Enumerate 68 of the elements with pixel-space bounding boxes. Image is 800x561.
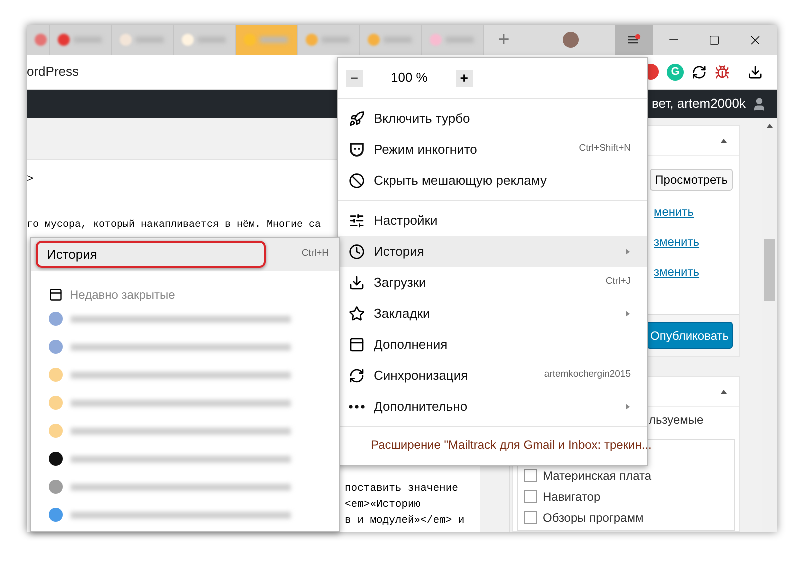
edit-link[interactable]: менить [654, 203, 694, 221]
code-text: поставить значение [345, 482, 460, 497]
sync-icon[interactable] [692, 64, 707, 80]
bug-icon[interactable] [715, 64, 730, 80]
profile-avatar[interactable] [563, 32, 579, 48]
rocket-icon [349, 110, 365, 126]
checkbox[interactable] [524, 511, 537, 524]
panel-icon [349, 336, 365, 352]
preview-button[interactable]: Просмотреть [650, 169, 733, 191]
code-text: в и модулей»</em> и [345, 514, 466, 529]
more-icon [349, 404, 365, 408]
code-text: <em>«Историю [345, 498, 422, 513]
browser-tab[interactable] [112, 25, 174, 55]
recent-closed-label[interactable]: Недавно закрытые [70, 286, 176, 304]
shortcut-text: artemkochergin2015 [544, 368, 631, 382]
settings-icon [349, 212, 365, 228]
clock-icon [349, 244, 365, 260]
caret-up-icon [766, 123, 772, 129]
blurred-tab-title [260, 37, 288, 43]
user-icon [752, 96, 767, 112]
edit-link[interactable]: зменить [654, 233, 700, 251]
browser-tab[interactable] [27, 25, 50, 55]
browser-tab[interactable] [50, 25, 112, 55]
sync-icon [349, 368, 365, 384]
caret-up-icon [721, 138, 727, 144]
code-text: > [27, 173, 34, 188]
browser-tab[interactable] [174, 25, 236, 55]
user-greeting[interactable]: вет, artem2000k [652, 94, 746, 114]
category-label: Обзоры программ [543, 510, 644, 526]
prohibition-icon [349, 172, 365, 188]
caret-up-icon [721, 388, 727, 394]
category-label: Навигатор [543, 488, 601, 506]
category-tab[interactable]: льзуемые [649, 411, 704, 429]
history-header[interactable]: История Ctrl+H [31, 238, 339, 271]
extension-notice[interactable]: Расширение "Mailtrack для Gmail и Inbox: трекин... [371, 436, 652, 454]
address-text: ordPress [27, 64, 80, 79]
zoom-in-button[interactable]: + [456, 70, 473, 86]
zoom-level: 100 % [391, 69, 428, 88]
download-icon[interactable] [748, 64, 763, 80]
star-icon [349, 306, 365, 322]
browser-tab[interactable] [236, 25, 298, 55]
menu-item[interactable]: Настройки [338, 205, 647, 236]
browser-tab[interactable] [422, 25, 484, 55]
restore-icon[interactable] [709, 34, 720, 46]
scrollbar[interactable] [762, 118, 777, 532]
shortcut-text: Ctrl+Shift+N [579, 142, 631, 156]
browser-tab[interactable] [360, 25, 422, 55]
menu-item[interactable]: История [338, 236, 647, 267]
menu-button[interactable] [615, 25, 653, 55]
checkbox[interactable] [524, 469, 537, 482]
checkbox[interactable] [524, 490, 537, 503]
window-icon [49, 288, 63, 302]
history-title: История [47, 246, 98, 264]
mask-icon [349, 142, 365, 158]
scrollbar-thumb[interactable] [764, 239, 775, 301]
browser-tab[interactable] [298, 25, 360, 55]
download-icon [349, 274, 365, 290]
publish-button[interactable]: Опубликовать [646, 322, 733, 349]
zoom-out-button[interactable]: − [346, 70, 363, 86]
menu-item[interactable]: Скрыть мешающую рекламу [338, 165, 647, 196]
shortcut-text: Ctrl+H [302, 247, 329, 262]
edit-link[interactable]: зменить [654, 263, 700, 281]
category-label: Материнская плата [543, 468, 652, 484]
menu-icon [627, 34, 641, 46]
menu-item[interactable]: Режим инкогнито Ctrl+Shift+N [338, 134, 647, 165]
menu-item[interactable]: Включить турбо [338, 103, 647, 134]
code-text: го мусора, который накапливается в нём. Многие са [27, 218, 322, 233]
shortcut-text: Ctrl+J [606, 275, 631, 290]
